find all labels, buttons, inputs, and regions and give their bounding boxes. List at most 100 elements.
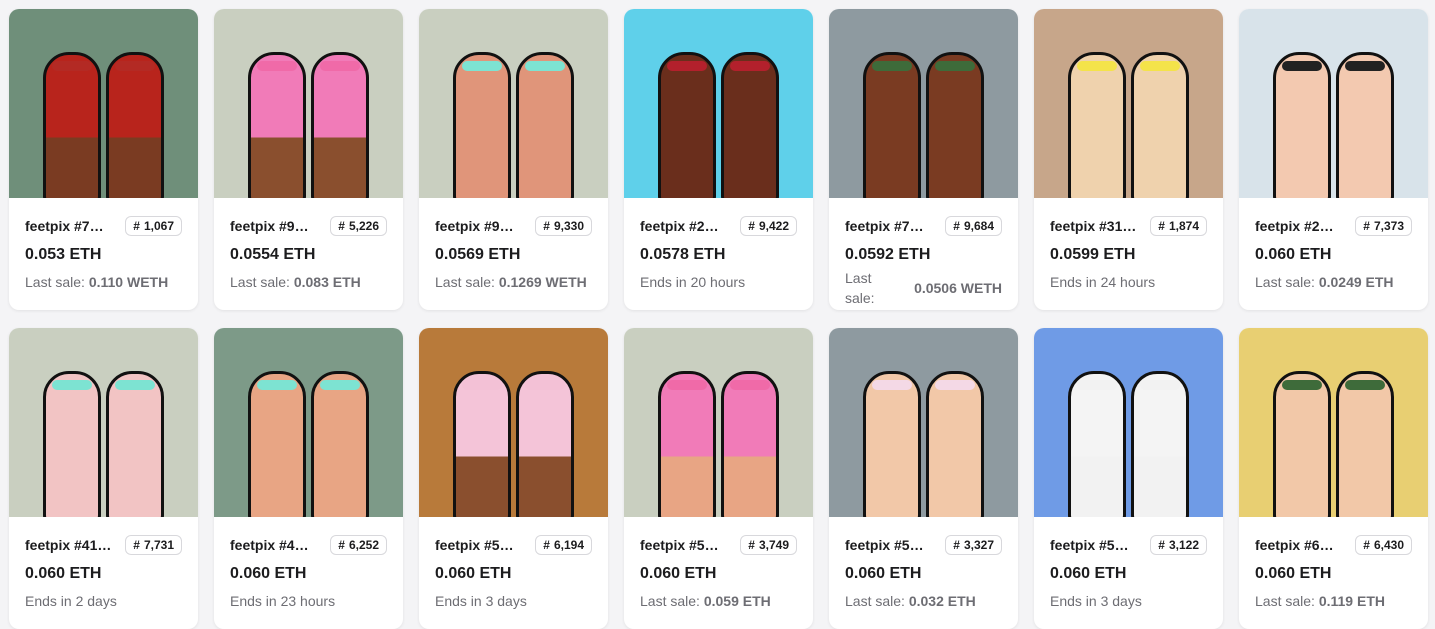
nft-image[interactable] xyxy=(419,328,608,517)
sale-info: Last sale: 0.032 ETH xyxy=(845,593,1002,609)
rarity-rank-value: 9,330 xyxy=(553,219,584,233)
nft-name[interactable]: feetpix #2… xyxy=(1255,218,1334,234)
nft-image[interactable] xyxy=(1239,328,1428,517)
hash-icon: # xyxy=(133,538,140,552)
nft-image[interactable] xyxy=(1034,9,1223,198)
rarity-rank-badge: # 9,422 xyxy=(740,216,797,236)
nft-name[interactable]: feetpix #6… xyxy=(1255,537,1334,553)
nft-card[interactable]: feetpix #41… # 7,731 0.060 ETH Ends in 2… xyxy=(9,328,198,629)
sale-info-label: Ends in 23 hours xyxy=(230,593,336,609)
card-body: feetpix #4… # 6,252 0.060 ETH Ends in 23… xyxy=(214,517,403,609)
sale-info: Last sale: 0.110 WETH xyxy=(25,274,182,290)
nft-card[interactable]: feetpix #7… # 9,684 0.0592 ETH Last sale… xyxy=(829,9,1018,310)
toenails xyxy=(730,380,770,390)
nft-price: 0.0599 ETH xyxy=(1050,246,1136,263)
sale-info-value: 0.110 WETH xyxy=(88,274,169,290)
card-body: feetpix #6… # 6,430 0.060 ETH Last sale:… xyxy=(1239,517,1428,609)
nft-image[interactable] xyxy=(9,328,198,517)
toenails xyxy=(1077,61,1117,71)
hash-icon: # xyxy=(133,219,140,233)
card-body: feetpix #31… # 1,874 0.0599 ETH Ends in … xyxy=(1034,198,1223,290)
sale-info: Ends in 3 days xyxy=(435,593,592,609)
foot-art-left xyxy=(248,52,306,198)
toenails xyxy=(667,61,707,71)
nft-name[interactable]: feetpix #9… xyxy=(230,218,309,234)
nft-name[interactable]: feetpix #2… xyxy=(640,218,719,234)
rarity-rank-value: 9,684 xyxy=(963,219,994,233)
toenails xyxy=(935,61,975,71)
rarity-rank-badge: # 1,067 xyxy=(125,216,182,236)
nft-price: 0.060 ETH xyxy=(1050,565,1127,582)
nft-card[interactable]: feetpix #6… # 6,430 0.060 ETH Last sale:… xyxy=(1239,328,1428,629)
rarity-rank-badge: # 9,330 xyxy=(535,216,592,236)
rarity-rank-badge: # 3,122 xyxy=(1150,535,1207,555)
nft-name[interactable]: feetpix #7… xyxy=(25,218,104,234)
nft-price: 0.0578 ETH xyxy=(640,246,726,263)
nft-name[interactable]: feetpix #5… xyxy=(1050,537,1129,553)
rarity-rank-value: 3,327 xyxy=(963,538,994,552)
nft-card[interactable]: feetpix #5… # 3,749 0.060 ETH Last sale:… xyxy=(624,328,813,629)
nft-image[interactable] xyxy=(624,328,813,517)
nft-image[interactable] xyxy=(829,9,1018,198)
toenails xyxy=(257,380,297,390)
card-body: feetpix #5… # 3,327 0.060 ETH Last sale:… xyxy=(829,517,1018,609)
nft-image[interactable] xyxy=(1239,9,1428,198)
nft-name[interactable]: feetpix #5… xyxy=(640,537,719,553)
nft-image[interactable] xyxy=(214,9,403,198)
nft-card[interactable]: feetpix #9… # 9,330 0.0569 ETH Last sale… xyxy=(419,9,608,310)
rarity-rank-value: 9,422 xyxy=(758,219,789,233)
nft-card[interactable]: feetpix #5… # 6,194 0.060 ETH Ends in 3 … xyxy=(419,328,608,629)
nft-card[interactable]: feetpix #31… # 1,874 0.0599 ETH Ends in … xyxy=(1034,9,1223,310)
toenails xyxy=(1282,61,1322,71)
nft-price: 0.0592 ETH xyxy=(845,246,931,263)
hash-icon: # xyxy=(1158,538,1165,552)
rarity-rank-value: 3,749 xyxy=(758,538,789,552)
sale-info: Last sale: 0.083 ETH xyxy=(230,274,387,290)
card-body: feetpix #2… # 9,422 0.0578 ETH Ends in 2… xyxy=(624,198,813,290)
sale-info: Ends in 20 hours xyxy=(640,274,797,290)
sale-info: Last sale: 0.0506 WETH xyxy=(845,268,1002,308)
nft-image[interactable] xyxy=(1034,328,1223,517)
nft-name[interactable]: feetpix #5… xyxy=(845,537,924,553)
nft-name[interactable]: feetpix #41… xyxy=(25,537,111,553)
nft-image[interactable] xyxy=(419,9,608,198)
nft-card[interactable]: feetpix #7… # 1,067 0.053 ETH Last sale:… xyxy=(9,9,198,310)
hash-icon: # xyxy=(338,538,345,552)
card-body: feetpix #5… # 3,749 0.060 ETH Last sale:… xyxy=(624,517,813,609)
nft-card[interactable]: feetpix #5… # 3,122 0.060 ETH Ends in 3 … xyxy=(1034,328,1223,629)
nft-name[interactable]: feetpix #31… xyxy=(1050,218,1136,234)
foot-art-right xyxy=(1131,371,1189,517)
nft-name[interactable]: feetpix #5… xyxy=(435,537,514,553)
toenails xyxy=(257,61,297,71)
sale-info-value: 0.0249 ETH xyxy=(1318,274,1394,290)
nft-card[interactable]: feetpix #2… # 9,422 0.0578 ETH Ends in 2… xyxy=(624,9,813,310)
nft-image[interactable] xyxy=(624,9,813,198)
toenails xyxy=(872,380,912,390)
rarity-rank-badge: # 6,194 xyxy=(535,535,592,555)
sale-info: Ends in 24 hours xyxy=(1050,274,1207,290)
sale-info-label: Ends in 3 days xyxy=(435,593,527,609)
sale-info-label: Last sale: xyxy=(845,270,875,306)
rarity-rank-value: 6,194 xyxy=(553,538,584,552)
foot-art-left xyxy=(863,52,921,198)
foot-art-left xyxy=(863,371,921,517)
nft-card[interactable]: feetpix #2… # 7,373 0.060 ETH Last sale:… xyxy=(1239,9,1428,310)
nft-price: 0.060 ETH xyxy=(845,565,922,582)
nft-name[interactable]: feetpix #7… xyxy=(845,218,924,234)
nft-card[interactable]: feetpix #5… # 3,327 0.060 ETH Last sale:… xyxy=(829,328,1018,629)
nft-image[interactable] xyxy=(829,328,1018,517)
rarity-rank-value: 7,731 xyxy=(143,538,174,552)
foot-art-right xyxy=(926,371,984,517)
rarity-rank-badge: # 7,373 xyxy=(1355,216,1412,236)
nft-card[interactable]: feetpix #4… # 6,252 0.060 ETH Ends in 23… xyxy=(214,328,403,629)
toenails xyxy=(1077,380,1117,390)
nft-image[interactable] xyxy=(214,328,403,517)
card-header: feetpix #5… # 3,749 xyxy=(640,533,797,557)
sale-info-label: Ends in 2 days xyxy=(25,593,117,609)
nft-price: 0.060 ETH xyxy=(1255,246,1332,263)
nft-name[interactable]: feetpix #4… xyxy=(230,537,309,553)
nft-card[interactable]: feetpix #9… # 5,226 0.0554 ETH Last sale… xyxy=(214,9,403,310)
nft-name[interactable]: feetpix #9… xyxy=(435,218,514,234)
nft-image[interactable] xyxy=(9,9,198,198)
card-header: feetpix #5… # 3,122 xyxy=(1050,533,1207,557)
